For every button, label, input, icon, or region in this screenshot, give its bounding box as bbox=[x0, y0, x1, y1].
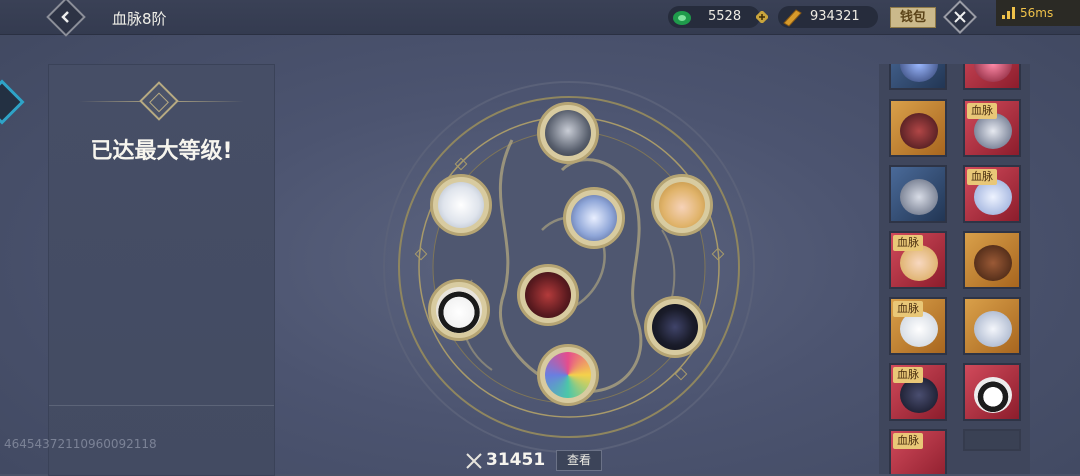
slot-ice-dragon[interactable] bbox=[563, 187, 625, 249]
panda-icon bbox=[974, 377, 1012, 413]
slot-silver-dragon[interactable] bbox=[537, 102, 599, 164]
slot-panda[interactable] bbox=[428, 279, 490, 341]
grid-item-panda[interactable] bbox=[963, 363, 1021, 421]
ice-dragon-icon bbox=[571, 195, 617, 241]
white-bird-icon bbox=[974, 311, 1012, 347]
bloodline-badge: 血脉 bbox=[967, 169, 997, 185]
slot-blonde-girl[interactable] bbox=[651, 174, 713, 236]
slot-white-cat[interactable] bbox=[430, 174, 492, 236]
grid-item-ice-dragon[interactable]: 血脉 bbox=[963, 165, 1021, 223]
bloodline-badge: 血脉 bbox=[893, 433, 923, 449]
grey-dragon-icon bbox=[900, 179, 938, 215]
jade-coin-icon bbox=[673, 11, 691, 25]
panel-divider bbox=[49, 405, 274, 406]
power-value: 31451 bbox=[486, 450, 546, 470]
ping-indicator: 56ms bbox=[996, 0, 1080, 26]
boar-icon bbox=[974, 245, 1012, 281]
add-currency-icon[interactable] bbox=[756, 11, 768, 23]
collection-grid: 血脉 血脉 血脉 血脉 血脉 血脉 bbox=[879, 64, 1030, 474]
grid-item-black-dragon[interactable]: 血脉 bbox=[889, 363, 947, 421]
black-dragon-icon bbox=[652, 304, 698, 350]
bloodline-badge: 血脉 bbox=[893, 301, 923, 317]
silver-dragon-icon bbox=[545, 110, 591, 156]
wallet-button[interactable]: 钱包 bbox=[890, 7, 936, 28]
grid-item-orb[interactable] bbox=[889, 64, 947, 90]
close-button[interactable] bbox=[943, 0, 977, 34]
gold-ingot-icon bbox=[783, 9, 802, 27]
grid-item-blonde-girl[interactable]: 血脉 bbox=[889, 231, 947, 289]
blue-orb-icon bbox=[900, 64, 938, 82]
blonde-girl-icon bbox=[659, 182, 705, 228]
close-icon bbox=[954, 11, 966, 23]
currency-2-value: 934321 bbox=[810, 9, 860, 24]
signal-icon bbox=[1002, 7, 1015, 19]
status-panel: 已达最大等级! bbox=[48, 64, 275, 476]
red-dragon-icon bbox=[525, 272, 571, 318]
white-cat-icon bbox=[438, 182, 484, 228]
grid-item-boar[interactable] bbox=[963, 231, 1021, 289]
grid-item-red-orb[interactable] bbox=[963, 64, 1021, 90]
red-orb-icon bbox=[974, 64, 1012, 82]
grid-item-partial[interactable]: 血脉 bbox=[889, 429, 947, 474]
ping-value: 56ms bbox=[1020, 6, 1054, 20]
grid-item-silver-dragon[interactable]: 血脉 bbox=[963, 99, 1021, 157]
red-dragon-icon bbox=[900, 113, 938, 149]
chevron-left-icon bbox=[61, 11, 69, 23]
bloodline-circle bbox=[382, 80, 757, 455]
slot-black-dragon[interactable] bbox=[644, 296, 706, 358]
panda-icon bbox=[436, 287, 482, 333]
max-level-text: 已达最大等级! bbox=[90, 139, 233, 164]
bloodline-badge: 血脉 bbox=[967, 103, 997, 119]
slot-red-dragon[interactable] bbox=[517, 264, 579, 326]
currency-1-value: 5528 bbox=[708, 9, 742, 24]
view-button[interactable]: 查看 bbox=[556, 450, 602, 471]
grid-item-red-dragon[interactable] bbox=[889, 99, 947, 157]
grid-item-empty bbox=[963, 429, 1021, 451]
page-title: 血脉8阶 bbox=[112, 10, 167, 28]
rainbow-bird-icon bbox=[545, 352, 591, 398]
bloodline-badge: 血脉 bbox=[893, 367, 923, 383]
grid-item-white-cat[interactable]: 血脉 bbox=[889, 297, 947, 355]
ornament-diamond-icon bbox=[139, 81, 179, 121]
back-button[interactable] bbox=[46, 0, 86, 37]
crossed-swords-icon bbox=[466, 453, 482, 469]
user-id: 4645437211096009​2118 bbox=[4, 437, 157, 451]
slot-rainbow-bird[interactable] bbox=[537, 344, 599, 406]
top-bar: 血脉8阶 5528 934321 钱包 56ms bbox=[0, 0, 1080, 37]
grid-item-grey-dragon[interactable] bbox=[889, 165, 947, 223]
bloodline-badge: 血脉 bbox=[893, 235, 923, 251]
grid-item-white-bird[interactable] bbox=[963, 297, 1021, 355]
